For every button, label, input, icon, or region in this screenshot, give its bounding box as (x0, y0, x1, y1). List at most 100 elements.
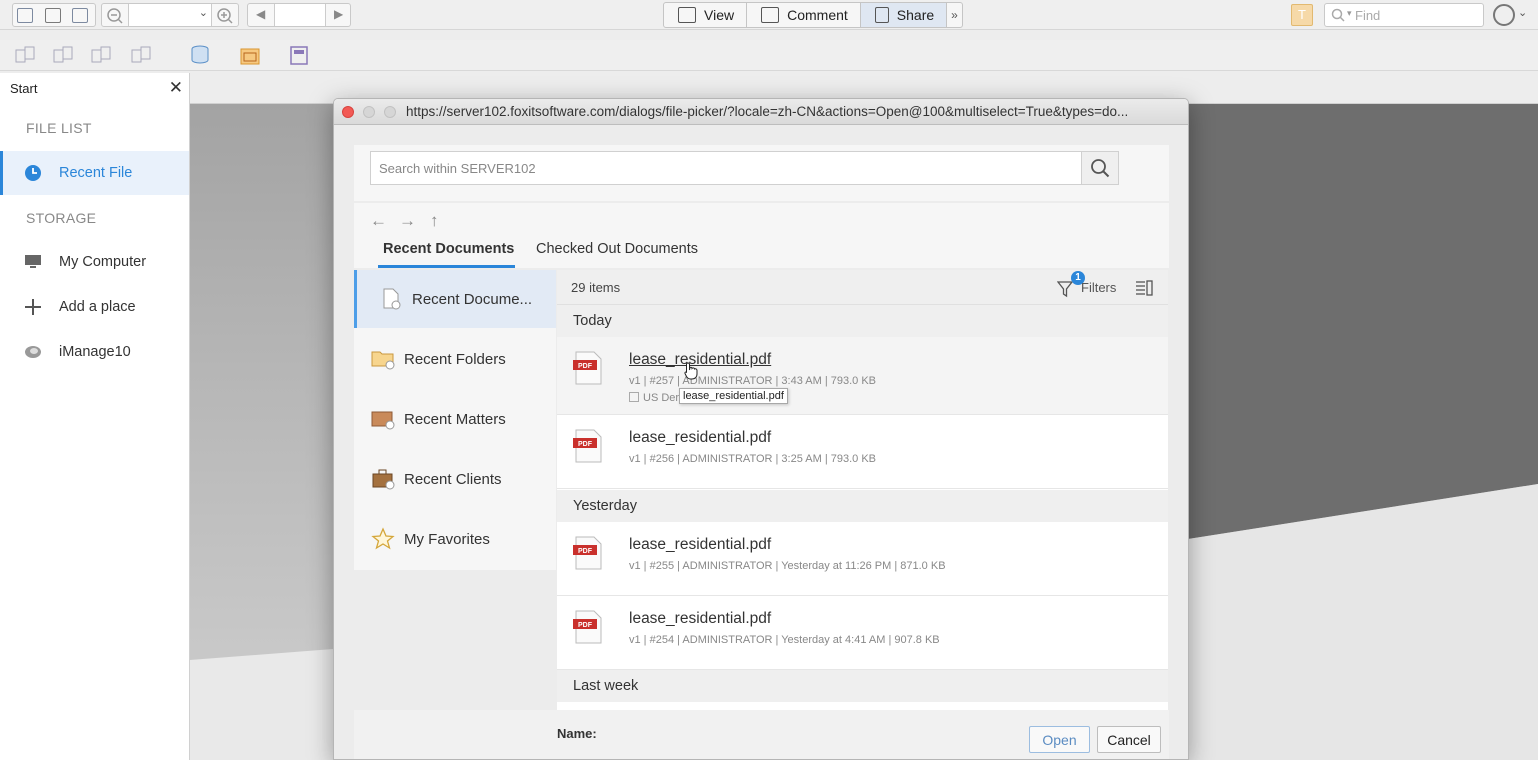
close-window-icon[interactable] (342, 106, 354, 118)
group-header-today: Today (557, 305, 1168, 337)
sidebar-item-my-computer[interactable]: My Computer (0, 240, 189, 284)
tab-start[interactable]: Start ✕ (0, 73, 190, 104)
list-header: 29 items 1 Filters (557, 270, 1168, 305)
typewriter-icon[interactable]: T (1291, 4, 1313, 26)
sidebar-item-recent-file[interactable]: Recent File (0, 151, 189, 195)
group-header-yesterday: Yesterday (557, 490, 1168, 522)
page-tool-icon-4[interactable] (130, 44, 152, 66)
recent-matter-icon (371, 407, 395, 431)
nav-item-recent-clients[interactable]: Recent Clients (354, 450, 556, 508)
page-number-field[interactable] (274, 4, 326, 26)
svg-text:PDF: PDF (578, 622, 593, 629)
comment-label: Comment (787, 7, 848, 23)
page-tool-icon-2[interactable] (52, 44, 74, 66)
dialog-url: https://server102.foxitsoftware.com/dial… (406, 104, 1129, 119)
nav-item-my-favorites[interactable]: My Favorites (354, 510, 556, 568)
page-tool-icon-1[interactable] (14, 44, 36, 66)
monitor-icon (24, 253, 42, 271)
sidebar-item-label: iManage10 (59, 344, 131, 360)
sidebar-item-label: Recent File (59, 165, 133, 181)
svg-text:PDF: PDF (578, 441, 593, 448)
up-arrow-icon[interactable]: ↑ (430, 211, 439, 231)
nav-item-label: My Favorites (404, 530, 490, 548)
toolbar-button-group-left (12, 3, 96, 27)
zoom-in-icon[interactable] (216, 7, 234, 25)
print-icon[interactable] (45, 8, 61, 23)
nav-item-label: Recent Docume... (412, 290, 533, 308)
file-picker-dialog: https://server102.foxitsoftware.com/dial… (333, 98, 1189, 760)
group-header-last-week: Last week (557, 670, 1168, 702)
sidebar-item-label: Add a place (59, 299, 136, 315)
navigation-bar: ← → ↑ Recent Documents Checked Out Docum… (354, 203, 1169, 268)
file-name[interactable]: lease_residential.pdf (629, 351, 771, 369)
maximize-window-icon[interactable] (384, 106, 396, 118)
database-icon[interactable] (190, 44, 212, 66)
file-name[interactable]: lease_residential.pdf (629, 429, 771, 447)
calculator-icon[interactable] (288, 44, 310, 66)
more-modes-button[interactable]: » (947, 3, 962, 27)
next-page-icon[interactable]: ▶ (334, 7, 343, 21)
clock-icon (24, 164, 42, 182)
nav-item-recent-documents[interactable]: Recent Docume... (354, 270, 556, 328)
minimize-window-icon[interactable] (363, 106, 375, 118)
search-input[interactable] (370, 151, 1082, 185)
save-icon[interactable] (72, 8, 88, 23)
back-arrow-icon[interactable]: ← (370, 211, 387, 231)
column-layout-icon[interactable] (1135, 280, 1153, 296)
imanage-icon[interactable] (239, 44, 261, 66)
search-icon (1331, 8, 1345, 22)
view-label: View (704, 7, 735, 23)
filter-icon[interactable] (1057, 280, 1073, 298)
forward-arrow-icon[interactable]: → (399, 211, 416, 231)
cloud-drive-icon (24, 343, 42, 361)
file-extra-text: US Der (643, 392, 680, 404)
name-label: Name: (557, 726, 597, 741)
page-tool-icon-3[interactable] (90, 44, 112, 66)
tab-checked-out-documents[interactable]: Checked Out Documents (536, 241, 698, 257)
pdf-file-icon: PDF (573, 351, 602, 385)
file-row[interactable]: PDF lease_residential.pdf v1 | #257 | AD… (557, 337, 1168, 415)
share-button[interactable]: Share (860, 3, 948, 27)
plus-icon (24, 298, 42, 316)
nav-item-recent-folders[interactable]: Recent Folders (354, 330, 556, 388)
previous-page-icon[interactable]: ◀ (256, 7, 265, 21)
file-row[interactable]: PDF lease_residential.pdf v1 | #255 | AD… (557, 522, 1168, 596)
dialog-left-nav: Recent Docume... Recent Folders Recent M… (354, 270, 556, 570)
file-name-tooltip: lease_residential.pdf (679, 388, 788, 404)
file-meta: v1 | #255 | ADMINISTRATOR | Yesterday at… (629, 560, 946, 572)
sidebar-item-imanage10[interactable]: iManage10 (0, 330, 189, 374)
file-name[interactable]: lease_residential.pdf (629, 536, 771, 554)
mode-switcher: View Comment Share » (663, 2, 963, 28)
file-name[interactable]: lease_residential.pdf (629, 610, 771, 628)
tab-recent-documents[interactable]: Recent Documents (383, 241, 514, 257)
dialog-title-bar: https://server102.foxitsoftware.com/dial… (334, 99, 1188, 125)
zoom-select[interactable]: ⌄ (128, 4, 212, 26)
zoom-control: ⌄ (101, 3, 239, 27)
svg-text:PDF: PDF (578, 363, 593, 370)
open-button[interactable]: Open (1029, 726, 1090, 753)
sidebar-item-add-a-place[interactable]: Add a place (0, 285, 189, 329)
account-icon[interactable] (1493, 4, 1515, 26)
file-row[interactable]: PDF lease_residential.pdf v1 | #254 | AD… (557, 596, 1168, 670)
search-button[interactable] (1081, 151, 1119, 185)
recent-folder-icon (371, 347, 395, 371)
comment-button[interactable]: Comment (747, 3, 861, 27)
file-row[interactable]: PDF lease_residential.pdf v1 | #256 | AD… (557, 415, 1168, 489)
main-toolbar: ⌄ ◀ ▶ View Comment Share » T ▾ Find ⌄ (0, 0, 1538, 30)
account-dropdown-icon[interactable]: ⌄ (1518, 6, 1527, 19)
find-input[interactable]: ▾ Find (1324, 3, 1484, 27)
file-list-heading: FILE LIST (26, 120, 92, 136)
chevron-down-icon: ⌄ (198, 7, 208, 19)
sidebar-item-label: My Computer (59, 254, 147, 270)
pdf-file-icon: PDF (573, 610, 602, 644)
expand-icon[interactable] (629, 392, 639, 402)
single-page-icon[interactable] (17, 8, 33, 23)
view-button[interactable]: View (664, 3, 748, 27)
zoom-out-icon[interactable] (106, 7, 124, 25)
close-icon[interactable]: ✕ (169, 78, 183, 98)
nav-item-recent-matters[interactable]: Recent Matters (354, 390, 556, 448)
file-meta: v1 | #254 | ADMINISTRATOR | Yesterday at… (629, 634, 940, 646)
active-tab-indicator (378, 265, 515, 268)
cancel-button[interactable]: Cancel (1097, 726, 1161, 753)
filters-button[interactable]: Filters (1081, 280, 1116, 295)
